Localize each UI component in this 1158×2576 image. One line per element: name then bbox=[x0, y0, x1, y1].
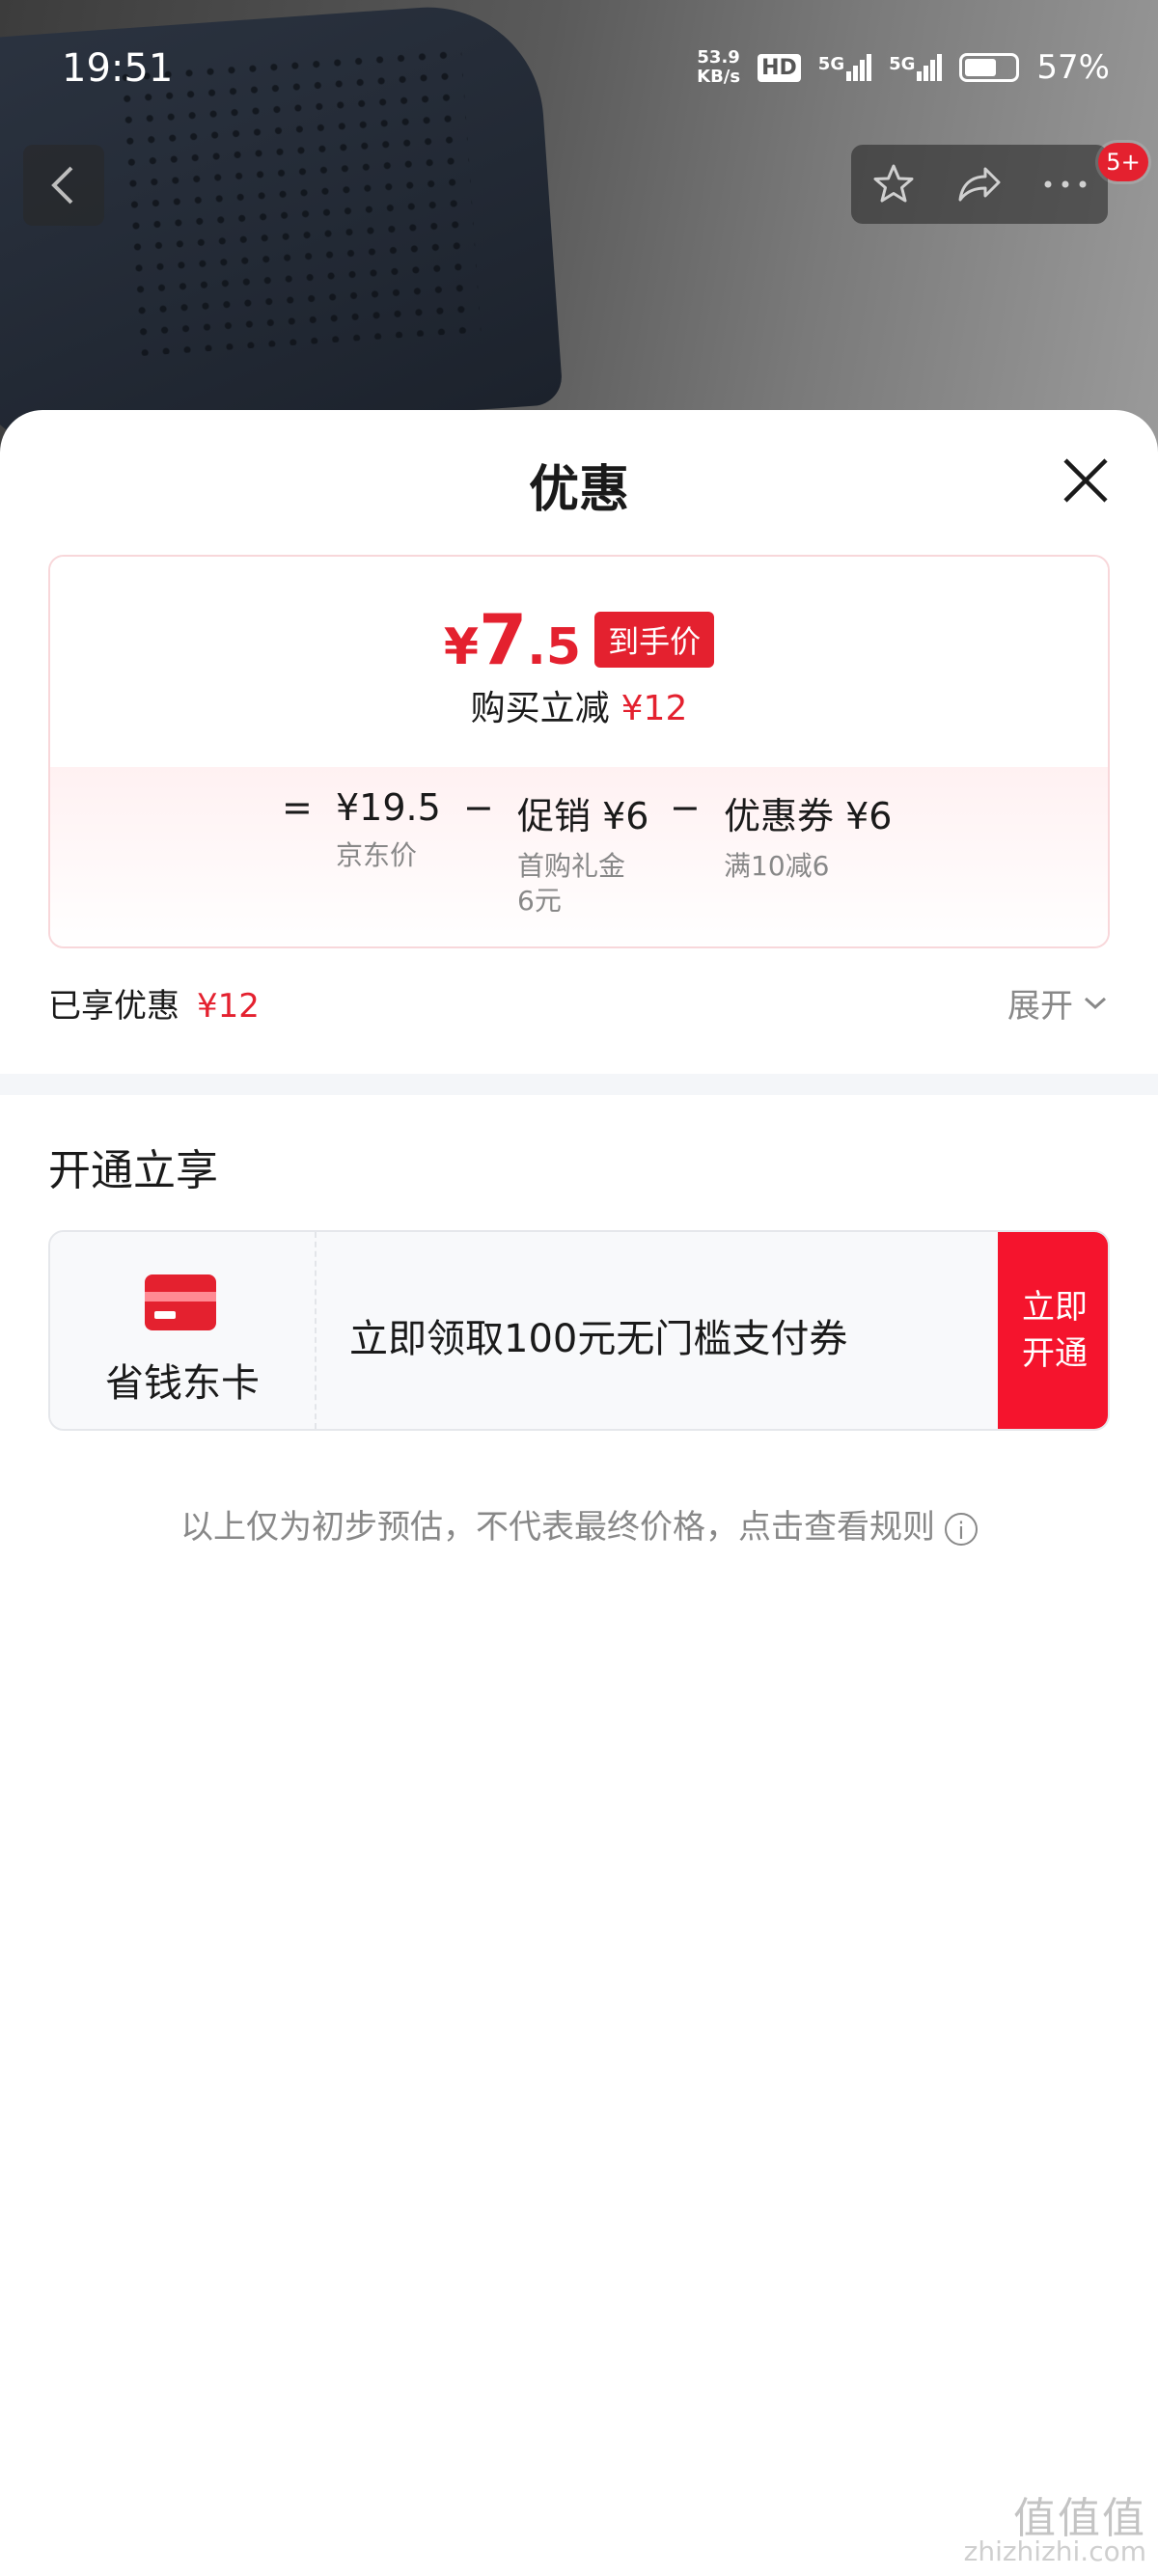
status-time: 19:51 bbox=[62, 46, 174, 91]
info-icon: i bbox=[945, 1512, 978, 1546]
formula-coupon: 优惠券 ¥6 满10减6 bbox=[724, 795, 893, 882]
battery-percent: 57% bbox=[1036, 48, 1110, 87]
star-icon bbox=[873, 164, 914, 203]
formula-minus-1: − bbox=[463, 786, 494, 829]
section-divider bbox=[0, 1074, 1158, 1095]
chevron-down-icon bbox=[1084, 997, 1107, 1009]
formula-jd-price: ¥19.5 京东价 bbox=[336, 786, 441, 871]
membership-offer-card[interactable]: 省钱东卡 立即领取100元无门槛支付券 立即 开通 bbox=[48, 1230, 1110, 1431]
reduce-amount: ¥12 bbox=[620, 689, 688, 728]
card-name: 省钱东卡 bbox=[105, 1361, 260, 1406]
final-price: ¥7.5 bbox=[443, 599, 582, 680]
reduce-line: 购买立减 ¥12 bbox=[50, 680, 1108, 730]
more-icon bbox=[1044, 180, 1087, 188]
nav-action-group bbox=[851, 145, 1108, 224]
expand-button[interactable]: 展开 bbox=[1007, 979, 1108, 1027]
membership-card-info: 省钱东卡 bbox=[50, 1232, 317, 1429]
notification-badge: 5+ bbox=[1098, 143, 1148, 181]
status-icons: 53.9 KB/s HD 5G 5G 57% bbox=[697, 47, 1110, 88]
card-icon bbox=[145, 1274, 216, 1330]
final-price-tag: 到手价 bbox=[594, 612, 715, 668]
formula-minus-2: − bbox=[670, 786, 701, 829]
final-price-area: ¥7.5 到手价 购买立减 ¥12 bbox=[50, 557, 1108, 767]
share-button[interactable] bbox=[937, 145, 1023, 224]
price-breakdown-card: ¥7.5 到手价 购买立减 ¥12 = ¥19.5 京东价 − 促销 ¥6 首购… bbox=[48, 555, 1110, 948]
enjoyed-label: 已享优惠 bbox=[48, 987, 179, 1026]
chevron-left-icon bbox=[51, 166, 73, 205]
net-speed: 53.9 KB/s bbox=[697, 47, 741, 87]
reduce-label: 购买立减 bbox=[470, 689, 610, 728]
watermark: 值值值 zhizhizhi.com bbox=[963, 2494, 1146, 2568]
favorite-button[interactable] bbox=[851, 145, 937, 224]
close-icon bbox=[1063, 458, 1108, 503]
signal-icon: 5G bbox=[818, 54, 872, 81]
open-now-button[interactable]: 立即 开通 bbox=[998, 1232, 1108, 1429]
status-bar: 19:51 53.9 KB/s HD 5G 5G 57% bbox=[0, 0, 1158, 135]
enjoyed-discount: 已享优惠 ¥12 bbox=[48, 979, 260, 1027]
open-section-title: 开通立享 bbox=[48, 1146, 218, 1195]
disclaimer-text: 以上仅为初步预估，不代表最终价格，点击查看规则 bbox=[180, 1508, 935, 1547]
back-button[interactable] bbox=[23, 145, 104, 226]
signal-icon-2: 5G bbox=[889, 54, 943, 81]
sheet-title: 优惠 bbox=[528, 461, 629, 519]
battery-icon bbox=[959, 53, 1020, 82]
close-button[interactable] bbox=[1058, 452, 1114, 508]
discount-sheet: 优惠 ¥7.5 到手价 购买立减 ¥12 = ¥19.5 京东价 − 促销 ¥6… bbox=[0, 410, 1158, 2576]
offer-text: 立即领取100元无门槛支付券 bbox=[349, 1317, 848, 1361]
final-price-row: ¥7.5 到手价 bbox=[50, 599, 1108, 680]
more-button[interactable] bbox=[1022, 145, 1108, 224]
formula-promo: 促销 ¥6 首购礼金 6元 bbox=[517, 795, 649, 917]
formula-equals: = bbox=[282, 786, 313, 829]
enjoyed-amount: ¥12 bbox=[197, 987, 260, 1026]
expand-label: 展开 bbox=[1007, 987, 1073, 1026]
share-icon bbox=[958, 167, 1001, 202]
disclaimer[interactable]: 以上仅为初步预估，不代表最终价格，点击查看规则 i bbox=[0, 1500, 1158, 1548]
hd-icon: HD bbox=[758, 53, 801, 82]
